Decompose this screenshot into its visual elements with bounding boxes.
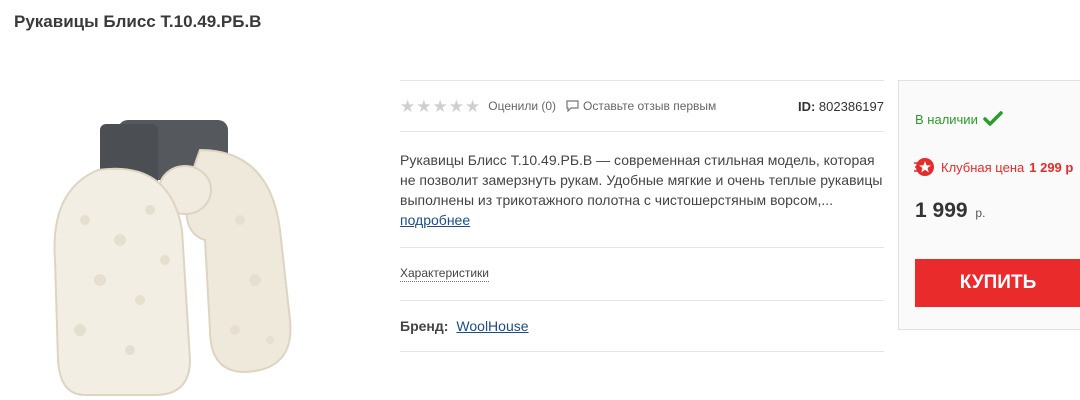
mittens-photo — [53, 120, 292, 396]
brand-label: Бренд: — [400, 318, 449, 334]
comment-icon — [566, 100, 579, 112]
price: 1 999 р. — [915, 199, 985, 223]
rating-row: ★ ★ ★ ★ ★ Оценили (0) Оставьте отзыв пер… — [400, 81, 884, 131]
product-id-label: ID: — [797, 98, 816, 114]
club-price-row: Клубная цена 1 299 р — [913, 157, 1073, 177]
divider — [400, 351, 884, 352]
brand-row: Бренд: WoolHouse — [400, 301, 884, 351]
product-info: ★ ★ ★ ★ ★ Оценили (0) Оставьте отзыв пер… — [400, 80, 884, 352]
star-icon[interactable]: ★ — [416, 98, 431, 115]
star-icon[interactable]: ★ — [400, 98, 415, 115]
product-id: ID: 802386197 — [798, 99, 884, 114]
club-star-icon — [914, 158, 934, 176]
club-price-value: 1 299 р — [1029, 159, 1074, 175]
buy-box: В наличии Клубная цена 1 299 р 1 999 р. … — [898, 80, 1080, 330]
page-title: Рукавицы Блисс Т.10.49.РБ.В — [14, 12, 262, 31]
rated-count: Оценили (0) — [488, 99, 557, 113]
characteristics-row: Характеристики — [400, 248, 884, 300]
characteristics-link[interactable]: Характеристики — [400, 266, 489, 282]
stock-label: В наличии — [915, 111, 978, 127]
buy-button[interactable]: КУПИТЬ — [915, 259, 1080, 307]
stock-status: В наличии — [915, 111, 1003, 127]
star-icon[interactable]: ★ — [433, 98, 448, 115]
star-icon[interactable]: ★ — [465, 98, 480, 115]
star-icon[interactable]: ★ — [449, 98, 464, 115]
more-link[interactable]: подробнее — [400, 212, 470, 228]
price-value: 1 999 — [915, 199, 968, 222]
description-text: Рукавицы Блисс Т.10.49.РБ.В — современна… — [400, 152, 883, 208]
checkmark-icon — [983, 111, 1003, 126]
price-currency: р. — [975, 206, 986, 220]
rating-stars[interactable]: ★ ★ ★ ★ ★ — [400, 98, 480, 115]
leave-review-link[interactable]: Оставьте отзыв первым — [566, 99, 716, 113]
product-image[interactable] — [40, 110, 330, 400]
product-id-value: 802386197 — [818, 98, 884, 114]
product-description: Рукавицы Блисс Т.10.49.РБ.В — современна… — [400, 132, 884, 247]
club-price-label: Клубная цена — [941, 159, 1025, 175]
leave-review-label: Оставьте отзыв первым — [583, 99, 717, 113]
brand-link[interactable]: WoolHouse — [456, 318, 528, 334]
